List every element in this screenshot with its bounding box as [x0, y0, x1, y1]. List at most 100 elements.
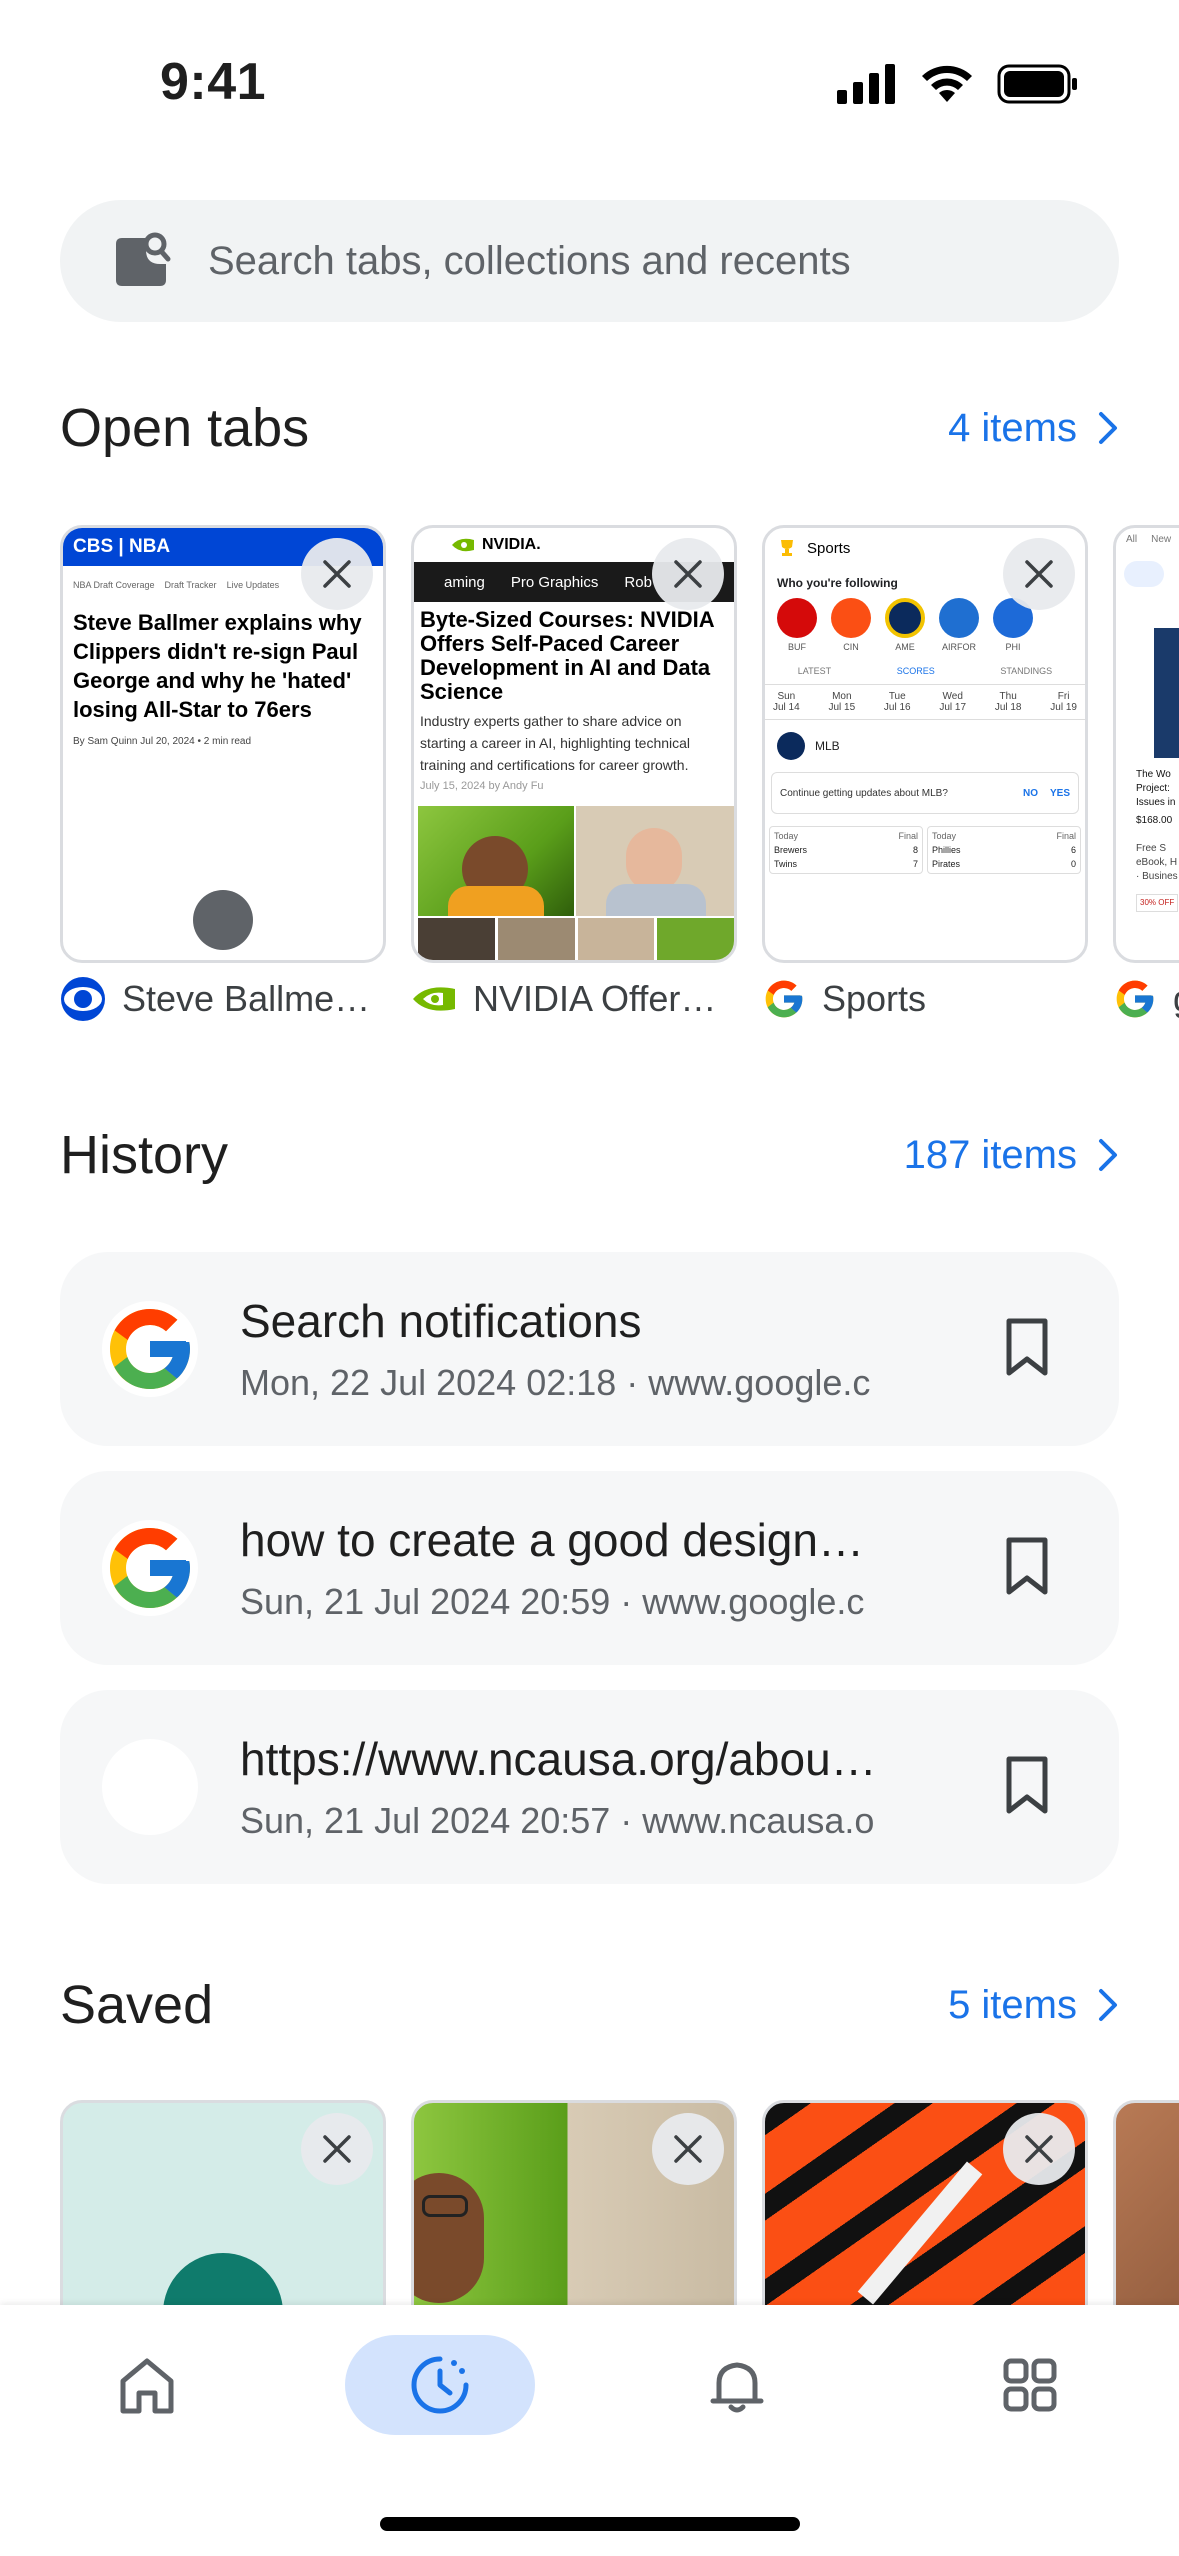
tab-title: NVIDIA Offer… [473, 978, 717, 1019]
tab-thumbnail[interactable]: All New The Wo Project: Issues in $168.0… [1113, 525, 1179, 963]
yes-button[interactable]: YES [1050, 788, 1070, 799]
search-bar[interactable]: Search tabs, collections and recents [60, 200, 1119, 322]
tab-card[interactable]: Sports Who you're following BUF CIN AME … [762, 525, 1088, 1023]
sports-title: Sports [807, 539, 851, 557]
video-dot [193, 890, 253, 950]
home-icon [120, 2358, 174, 2414]
remove-saved-button[interactable] [301, 2113, 373, 2185]
saved-card[interactable] [1113, 2100, 1179, 2310]
open-tabs-count: 4 items [948, 405, 1077, 450]
close-tab-button[interactable] [652, 538, 724, 610]
wifi-icon [922, 65, 972, 102]
tab-thumbnail[interactable]: NVIDIA. aming Pro Graphics Rob Byte-Size… [411, 525, 737, 963]
history-item-subtitle: Sun, 21 Jul 2024 20:59 · www.google.c [240, 1581, 865, 1622]
game-card[interactable]: Today Final Brewers 8 Twins 7 [769, 826, 923, 874]
history-see-all-link[interactable]: 187 items [904, 1133, 1119, 1178]
nav-collections[interactable] [935, 2335, 1125, 2435]
bookmark-icon [1006, 1756, 1048, 1814]
close-tab-button[interactable] [1003, 538, 1075, 610]
mlb-logo [777, 732, 805, 760]
open-tabs-see-all-link[interactable]: 4 items [948, 406, 1119, 451]
nav-history[interactable] [345, 2335, 535, 2435]
saved-title: Saved [60, 1975, 214, 2035]
tab-search-icon [116, 232, 171, 286]
video-tile-left [418, 806, 574, 916]
league-label: MLB [815, 739, 840, 753]
sports-tab[interactable]: SCORES [897, 666, 935, 676]
history-header: History 187 items [60, 1115, 1119, 1195]
video-tile-right [576, 806, 734, 916]
open-tabs-title: Open tabs [60, 398, 310, 458]
tab-card[interactable]: All New The Wo Project: Issues in $168.0… [1113, 525, 1179, 1023]
nav-notifications[interactable] [642, 2335, 832, 2435]
nvidia-brand: NVIDIA. [482, 536, 541, 553]
saved-card[interactable] [762, 2100, 1088, 2310]
nav-home[interactable] [52, 2335, 242, 2435]
close-tab-button[interactable] [301, 538, 373, 610]
thumb-body: Industry experts gather to share advice … [420, 713, 691, 773]
tab-card[interactable]: CBS | NBA NBA Draft Coverage Draft Track… [60, 525, 386, 1023]
saved-card[interactable] [60, 2100, 386, 2310]
battery-icon [997, 64, 1077, 104]
thumb-headline: Byte-Sized Courses: NVIDIA Offers Self-P… [420, 607, 714, 704]
thumb-nav-item: Draft Tracker [164, 580, 217, 590]
google-icon [110, 1309, 190, 1389]
saved-carousel[interactable] [60, 2100, 1179, 2310]
thumb-date: July 15, 2024 by Andy Fu [420, 780, 544, 792]
thumb-nav-item: aming [444, 573, 485, 591]
thumb-headline: Steve Ballmer explains why Clippers didn… [73, 610, 362, 722]
history-item[interactable]: Search notifications Mon, 22 Jul 2024 02… [60, 1252, 1119, 1446]
thumb-byline: By Sam Quinn Jul 20, 2024 • 2 min read [73, 736, 252, 747]
open-tabs-carousel[interactable]: CBS | NBA NBA Draft Coverage Draft Track… [60, 525, 1179, 1025]
thumb-nav-item: NBA Draft Coverage [73, 580, 155, 590]
nvidia-logo-icon [452, 538, 474, 552]
history-title: History [60, 1125, 229, 1185]
mlb-prompt: Continue getting updates about MLB? NO YE… [771, 772, 1079, 814]
team-item[interactable]: AIRFOR [939, 598, 979, 652]
tab-title: g [1173, 978, 1179, 1020]
sports-tab[interactable]: STANDINGS [1000, 666, 1052, 676]
saved-thumb-shape [163, 2253, 283, 2310]
tab-thumbnail[interactable]: Sports Who you're following BUF CIN AME … [762, 525, 1088, 963]
close-icon [674, 560, 702, 588]
close-icon [1025, 560, 1053, 588]
history-item-subtitle: Mon, 22 Jul 2024 02:18 · www.google.c [240, 1362, 871, 1403]
search-placeholder: Search tabs, collections and recents [208, 238, 851, 283]
glasses-shape [422, 2195, 468, 2217]
chevron-right-icon [1099, 1139, 1117, 1171]
saved-see-all-link[interactable]: 5 items [948, 1983, 1119, 2028]
remove-saved-button[interactable] [652, 2113, 724, 2185]
tab-title: Sports [822, 978, 927, 1019]
google-icon [765, 980, 803, 1018]
tab-card[interactable]: NVIDIA. aming Pro Graphics Rob Byte-Size… [411, 525, 737, 1023]
team-item[interactable]: CIN [831, 598, 871, 652]
history-item-title: Search notifications [240, 1295, 642, 1347]
chevron-right-icon [1099, 1989, 1117, 2021]
bookmark-button[interactable] [1003, 1317, 1051, 1382]
history-item[interactable]: how to create a good design… Sun, 21 Jul… [60, 1471, 1119, 1665]
no-button[interactable]: NO [1023, 788, 1038, 799]
status-time: 9:41 [160, 53, 267, 111]
saved-count: 5 items [948, 1982, 1077, 2027]
bookmark-button[interactable] [1003, 1755, 1051, 1820]
close-icon [323, 2135, 351, 2163]
history-icon [411, 2356, 469, 2414]
history-item[interactable]: https://www.ncausa.org/abou… Sun, 21 Jul… [60, 1690, 1119, 1884]
bell-icon [710, 2362, 764, 2413]
saved-card[interactable] [411, 2100, 737, 2310]
close-icon [674, 2135, 702, 2163]
cellular-signal-icon [837, 64, 895, 104]
thumb-nav-item: Rob [624, 573, 652, 591]
saved-header: Saved 5 items [60, 1965, 1119, 2045]
bottom-navigation [0, 2305, 1179, 2556]
thumb-nav-item: Pro Graphics [510, 573, 599, 591]
tab-thumbnail[interactable]: CBS | NBA NBA Draft Coverage Draft Track… [60, 525, 386, 963]
sports-tab[interactable]: LATEST [798, 666, 831, 676]
bookmark-button[interactable] [1003, 1536, 1051, 1601]
team-item[interactable]: AME [885, 598, 925, 652]
remove-saved-button[interactable] [1003, 2113, 1075, 2185]
game-card[interactable]: Today Final Phillies 6 Pirates 0 [927, 826, 1081, 874]
team-item[interactable]: BUF [777, 598, 817, 652]
book-cover [1154, 628, 1179, 758]
bookmark-icon [1006, 1318, 1048, 1376]
